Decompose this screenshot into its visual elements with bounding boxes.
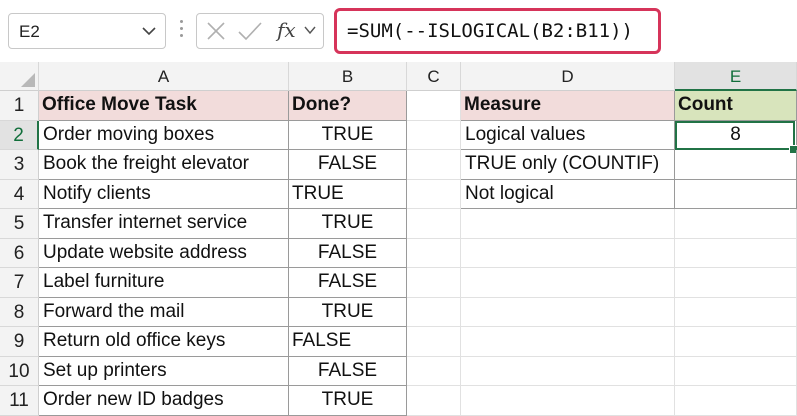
task-cell[interactable]: Update website address [39, 238, 289, 268]
task-cell[interactable]: Order moving boxes [39, 120, 289, 150]
formula-text: =SUM(--ISLOGICAL(B2:B11)) [347, 20, 633, 42]
measure-cell[interactable]: TRUE only (COUNTIF) [461, 150, 675, 180]
column-header-d[interactable]: D [461, 62, 675, 91]
cell[interactable] [407, 356, 461, 386]
cell[interactable] [461, 386, 675, 416]
cell[interactable] [407, 120, 461, 150]
task-cell[interactable]: Notify clients [39, 179, 289, 209]
done-cell[interactable]: TRUE [289, 209, 407, 239]
cell[interactable] [675, 238, 797, 268]
row-header-10[interactable]: 10 [0, 356, 39, 386]
cell[interactable] [407, 327, 461, 357]
row-header-4[interactable]: 4 [0, 179, 39, 209]
done-cell[interactable]: TRUE [289, 179, 407, 209]
task-cell[interactable]: Order new ID badges [39, 386, 289, 416]
select-all-button[interactable] [0, 62, 39, 91]
cell[interactable] [675, 297, 797, 327]
task-cell[interactable]: Transfer internet service [39, 209, 289, 239]
column-header-e[interactable]: E [675, 62, 797, 91]
task-cell[interactable]: Label furniture [39, 268, 289, 298]
done-cell[interactable]: FALSE [289, 238, 407, 268]
insert-function-icon[interactable]: fx [277, 18, 296, 42]
row-header-11[interactable]: 11 [0, 386, 39, 416]
formula-bar: E2 fx =SUM(--ISLOGICAL(B2:B11)) [0, 0, 797, 64]
cell[interactable] [407, 209, 461, 239]
column-header-b[interactable]: B [289, 62, 407, 91]
cell[interactable] [675, 268, 797, 298]
done-cell[interactable]: FALSE [289, 327, 407, 357]
row-header-2[interactable]: 2 [0, 120, 39, 150]
task-cell[interactable]: Set up printers [39, 356, 289, 386]
column-header-c[interactable]: C [407, 62, 461, 91]
cell[interactable] [675, 386, 797, 416]
done-cell[interactable]: FALSE [289, 356, 407, 386]
cell[interactable] [675, 356, 797, 386]
row-header-9[interactable]: 9 [0, 327, 39, 357]
row-header-5[interactable]: 5 [0, 209, 39, 239]
row-header-7[interactable]: 7 [0, 268, 39, 298]
done-cell[interactable]: TRUE [289, 120, 407, 150]
formula-controls: fx [196, 13, 324, 49]
table-header-measure[interactable]: Measure [461, 91, 675, 121]
cell[interactable] [461, 297, 675, 327]
cell[interactable] [407, 386, 461, 416]
enter-check-icon[interactable] [237, 20, 263, 42]
cell[interactable] [461, 356, 675, 386]
cell[interactable] [675, 209, 797, 239]
active-cell-outline [675, 120, 795, 150]
worksheet-grid: A B C D E 1 Office Move Task Done? Measure C… [0, 62, 797, 416]
column-header-a[interactable]: A [39, 62, 289, 91]
cell[interactable] [407, 91, 461, 121]
cell[interactable] [407, 179, 461, 209]
row-header-6[interactable]: 6 [0, 238, 39, 268]
done-cell[interactable]: TRUE [289, 386, 407, 416]
row-header-1[interactable]: 1 [0, 91, 39, 121]
count-cell[interactable] [675, 150, 797, 180]
row-header-3[interactable]: 3 [0, 150, 39, 180]
count-cell[interactable] [675, 179, 797, 209]
formula-input[interactable]: =SUM(--ISLOGICAL(B2:B11)) [334, 8, 661, 54]
table-header-count[interactable]: Count [675, 91, 797, 121]
cell[interactable] [407, 238, 461, 268]
cell[interactable] [461, 268, 675, 298]
cancel-icon[interactable] [205, 20, 227, 42]
task-cell[interactable]: Forward the mail [39, 297, 289, 327]
row-header-8[interactable]: 8 [0, 297, 39, 327]
task-cell[interactable]: Book the freight elevator [39, 150, 289, 180]
cell[interactable] [407, 268, 461, 298]
table-header-done[interactable]: Done? [289, 91, 407, 121]
chevron-down-icon[interactable] [141, 24, 157, 38]
measure-cell[interactable]: Not logical [461, 179, 675, 209]
task-cell[interactable]: Return old office keys [39, 327, 289, 357]
table-header-task[interactable]: Office Move Task [39, 91, 289, 121]
measure-cell[interactable]: Logical values [461, 120, 675, 150]
chevron-down-icon[interactable] [303, 24, 317, 36]
drag-handle[interactable] [180, 20, 183, 42]
cell[interactable] [675, 327, 797, 357]
cell[interactable] [461, 238, 675, 268]
cell[interactable] [407, 297, 461, 327]
name-box-value: E2 [19, 22, 40, 41]
done-cell[interactable]: FALSE [289, 268, 407, 298]
done-cell[interactable]: TRUE [289, 297, 407, 327]
cell[interactable] [407, 150, 461, 180]
cell[interactable] [461, 327, 675, 357]
cell[interactable] [461, 209, 675, 239]
done-cell[interactable]: FALSE [289, 150, 407, 180]
name-box[interactable]: E2 [8, 13, 166, 49]
